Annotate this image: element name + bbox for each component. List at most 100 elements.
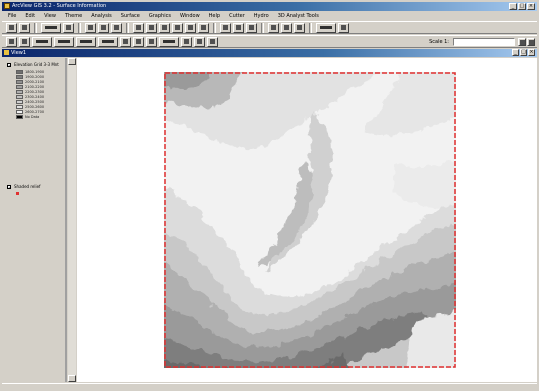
legend-label: 2100-2200 (25, 84, 45, 89)
view-title: View1 (11, 50, 27, 56)
hand-icon (123, 39, 128, 44)
toc-scrollbar[interactable] (68, 58, 76, 382)
table-of-contents: ✓ Elevation Grid 3-3 Mnt 1800-1900 1900-2… (2, 58, 67, 382)
legend-label: No Data (25, 114, 40, 119)
zoom-to-themes-button[interactable] (146, 22, 157, 33)
query-icon (297, 25, 302, 30)
label-tool[interactable] (159, 36, 179, 47)
menu-surface[interactable]: Surface (121, 12, 140, 20)
legend-swatch (16, 109, 23, 114)
add-theme-icon (22, 25, 27, 30)
clear-selection-button[interactable] (233, 22, 244, 33)
theme-visibility-checkbox[interactable]: ✓ (7, 185, 11, 190)
coordinate-button[interactable] (527, 38, 535, 46)
legend-editor-button[interactable] (63, 22, 74, 33)
view-close-button[interactable]: × (528, 49, 535, 56)
scale-input[interactable] (453, 38, 515, 46)
snap-tool[interactable] (207, 36, 218, 47)
3d-scene-button[interactable] (338, 22, 349, 33)
help-button[interactable] (246, 22, 257, 33)
legend-entry: 2100-2200 (16, 84, 44, 89)
measure-tool[interactable] (133, 36, 144, 47)
identify-tool[interactable] (6, 36, 17, 47)
app-icon (4, 3, 10, 9)
arcview-application: ArcView GIS 3.2 - Surface Information _ … (0, 0, 539, 391)
theme-visibility-checkbox[interactable]: ✓ (7, 63, 11, 68)
menu-theme[interactable]: Theme (65, 12, 82, 20)
info-icon (9, 39, 14, 44)
select-by-theme-button[interactable] (220, 22, 231, 33)
zoom-out-button[interactable] (185, 22, 196, 33)
legend-entry: 2500-2600 (16, 104, 44, 109)
select-feature-tool[interactable] (54, 36, 74, 47)
scroll-up-arrow[interactable] (68, 58, 76, 65)
hotlink-button[interactable] (281, 22, 292, 33)
hotlink-tool[interactable] (146, 36, 157, 47)
add-theme-button[interactable] (19, 22, 30, 33)
zoom-out-tool[interactable] (98, 36, 118, 47)
menu-window[interactable]: Window (180, 12, 200, 20)
pointer-tool[interactable] (19, 36, 30, 47)
properties-icon (45, 26, 57, 29)
query-builder-button[interactable] (294, 22, 305, 33)
zoom-to-selected-button[interactable] (159, 22, 170, 33)
text-tool[interactable] (181, 36, 192, 47)
units-icon (519, 39, 525, 45)
menu-bar: File Edit View Theme Analysis Surface Gr… (2, 12, 537, 20)
magnifier-plus-icon (80, 40, 92, 43)
legend-entry: 2000-2100 (16, 79, 44, 84)
identify-button[interactable] (268, 22, 279, 33)
select-feature-icon (58, 40, 70, 43)
zoom-in-tool[interactable] (76, 36, 96, 47)
view-maximize-button[interactable]: □ (520, 49, 527, 56)
legend-swatch (16, 79, 23, 84)
identify-icon (271, 25, 276, 30)
menu-file[interactable]: File (8, 12, 16, 20)
menu-graphics[interactable]: Graphics (149, 12, 171, 20)
find-button[interactable] (98, 22, 109, 33)
pan-tool[interactable] (120, 36, 131, 47)
view-window-title-bar[interactable]: View1 _ □ × (2, 49, 537, 57)
view-minimize-button[interactable]: _ (512, 49, 519, 56)
button-bar (2, 21, 537, 34)
maximize-button[interactable]: □ (518, 3, 526, 10)
map-units-button[interactable] (518, 38, 526, 46)
menu-view[interactable]: View (44, 12, 56, 20)
menu-3d-analyst-tools[interactable]: 3D Analyst Tools (278, 12, 319, 20)
legend-swatch (16, 94, 23, 99)
legend-label: 2000-2100 (25, 79, 45, 84)
toolbar-separator (261, 22, 264, 33)
menu-help[interactable]: Help (209, 12, 220, 20)
title-bar[interactable]: ArcView GIS 3.2 - Surface Information _ … (2, 2, 537, 11)
save-project-button[interactable] (6, 22, 17, 33)
draw-icon (197, 39, 202, 44)
legend-entry: 2200-2300 (16, 89, 44, 94)
theme-properties-button[interactable] (41, 22, 61, 33)
theme-legend: 1800-1900 1900-2000 2000-2100 2100-2200 2200… (16, 69, 44, 119)
map-display[interactable] (77, 58, 537, 382)
toolbar-separator (213, 22, 216, 33)
elevation-bands (164, 72, 456, 368)
menu-edit[interactable]: Edit (25, 12, 35, 20)
snap-icon (210, 39, 215, 44)
menu-hydro[interactable]: Hydro (254, 12, 269, 20)
scroll-down-arrow[interactable] (68, 375, 76, 382)
locate-button[interactable] (111, 22, 122, 33)
legend-swatch (16, 74, 23, 79)
close-button[interactable]: × (527, 3, 535, 10)
legend-swatch (16, 104, 23, 109)
zoom-selected-icon (162, 25, 167, 30)
open-table-button[interactable] (85, 22, 96, 33)
lightning-icon (149, 39, 154, 44)
draw-tool[interactable] (194, 36, 205, 47)
zoom-previous-button[interactable] (198, 22, 209, 33)
menu-cutter[interactable]: Cutter (229, 12, 245, 20)
surface-tool-button[interactable] (316, 22, 336, 33)
toolbar-separator (34, 22, 37, 33)
find-icon (101, 25, 106, 30)
minimize-button[interactable]: _ (509, 3, 517, 10)
zoom-in-button[interactable] (172, 22, 183, 33)
vertex-edit-tool[interactable] (32, 36, 52, 47)
menu-analysis[interactable]: Analysis (91, 12, 112, 20)
zoom-full-extent-button[interactable] (133, 22, 144, 33)
